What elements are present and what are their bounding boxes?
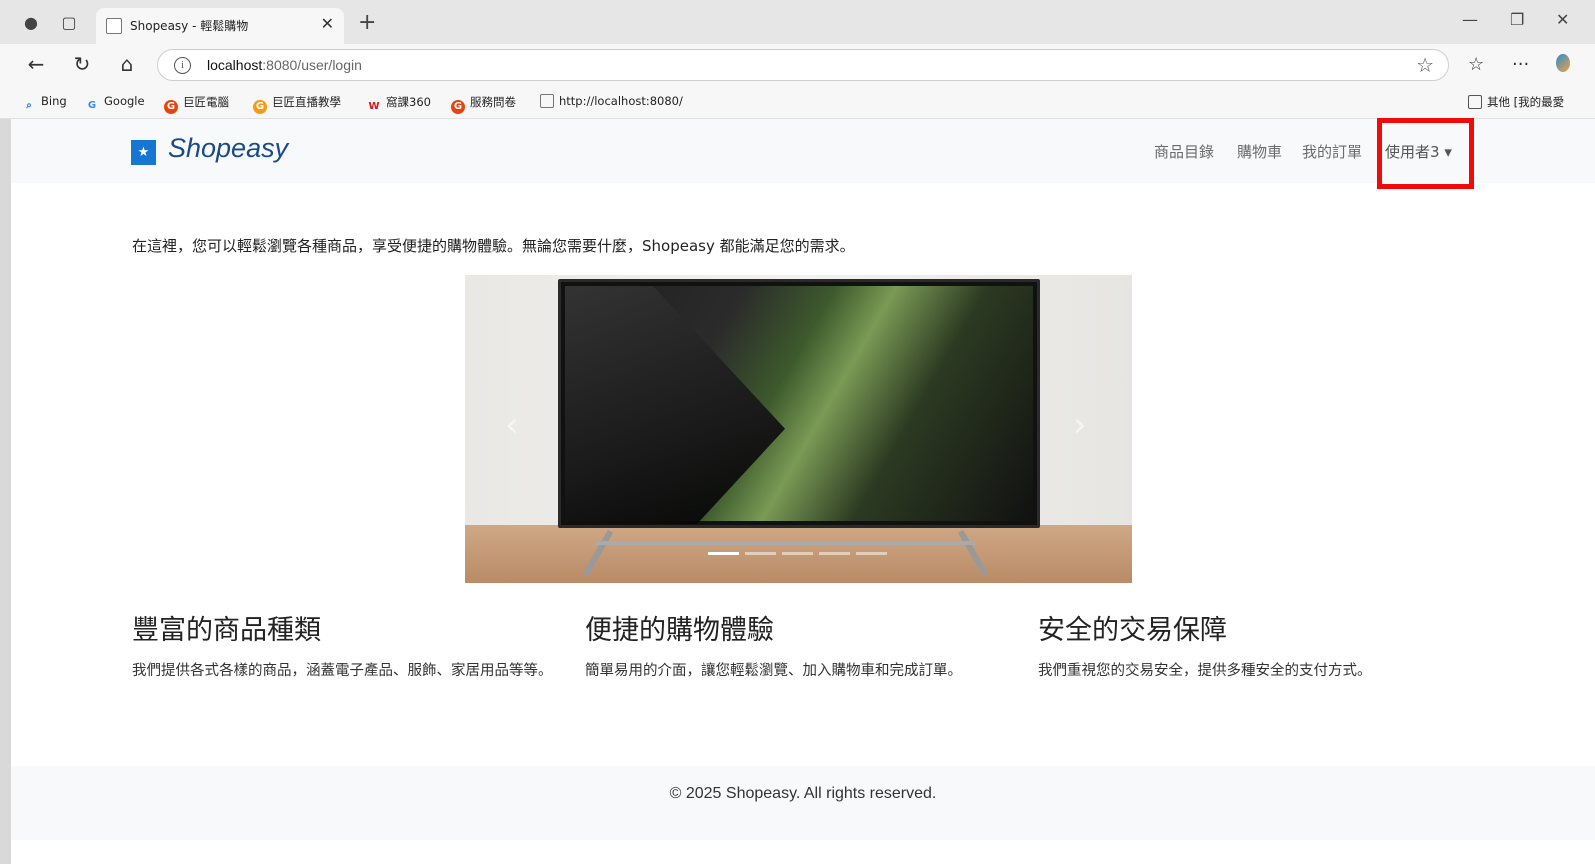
feature-security: 安全的交易保障 我們重視您的交易安全，提供多種安全的支付方式。 (1038, 608, 1478, 683)
tv-stand-bar (595, 541, 975, 545)
g-logo-icon: G (451, 100, 465, 114)
refresh-icon[interactable]: ↻ (70, 52, 94, 76)
folder-icon (1468, 95, 1482, 109)
carousel-indicator[interactable] (708, 552, 739, 555)
new-tab-icon[interactable]: + (358, 10, 376, 35)
info-icon[interactable]: i (174, 57, 191, 74)
bookmark-localhost[interactable]: http://localhost:8080/ (540, 94, 683, 108)
search-icon: ⌕ (26, 100, 32, 111)
favorites-icon[interactable]: ☆ (1468, 54, 1484, 75)
bookmarks-bar: ⌕ Bing G Google G 巨匠電腦 G 巨匠直播教學 W 窩課360 G 服務問卷… (0, 84, 1595, 119)
feature-text: 我們重視您的交易安全，提供多種安全的支付方式。 (1038, 663, 1372, 679)
tab-actions-icon[interactable]: ▢ (58, 12, 80, 34)
feature-title: 安全的交易保障 (1038, 615, 1227, 646)
more-options-icon[interactable]: ··· (1512, 54, 1529, 75)
g-logo-icon: G (164, 100, 178, 114)
back-icon[interactable]: ← (24, 52, 48, 76)
google-icon: G (87, 100, 97, 111)
favorite-star-icon[interactable]: ☆ (1416, 53, 1434, 77)
nav-catalog[interactable]: 商品目錄 (1154, 141, 1214, 162)
feature-variety: 豐富的商品種類 我們提供各式各樣的商品，涵蓋電子產品、服飾、家居用品等等。 (132, 608, 572, 683)
url-text[interactable]: localhost:8080/user/login (207, 57, 362, 73)
highlight-box (1377, 118, 1474, 189)
close-tab-icon[interactable]: ✕ (321, 14, 334, 33)
address-toolbar: ← ↻ ⌂ i localhost:8080/user/login ☆ ☆ ··… (0, 44, 1595, 84)
restore-icon[interactable]: ❐ (1510, 10, 1524, 29)
active-tab[interactable]: Shopeasy - 輕鬆購物 ✕ (96, 8, 344, 44)
brand-star-icon[interactable]: ★ (131, 140, 156, 165)
g-logo-icon: G (253, 100, 267, 114)
feature-convenience: 便捷的購物體驗 簡單易用的介面，讓您輕鬆瀏覽、加入購物車和完成訂單。 (585, 608, 1025, 683)
other-bookmarks[interactable]: 其他 [我的最愛 (1468, 94, 1564, 110)
carousel-indicators (708, 552, 887, 555)
feature-text: 簡單易用的介面，讓您輕鬆瀏覽、加入購物車和完成訂單。 (585, 663, 962, 679)
site-navbar: ★ Shopeasy 商品目錄 購物車 我的訂單 使用者3 ▾ (11, 118, 1595, 189)
bookmark-bing[interactable]: ⌕ Bing (22, 94, 67, 113)
bookmark-wooke360[interactable]: W 窩課360 (367, 94, 430, 114)
site-footer: © 2025 Shopeasy. All rights reserved. (11, 766, 1595, 840)
tv-image (558, 279, 1040, 528)
feature-title: 豐富的商品種類 (132, 615, 321, 646)
bookmark-survey[interactable]: G 服務問卷 (451, 94, 516, 114)
profile-icon[interactable]: ● (20, 12, 42, 34)
carousel-indicator[interactable] (819, 552, 850, 555)
bookmark-google[interactable]: G Google (85, 94, 145, 113)
page-icon (540, 94, 554, 108)
bookmark-gjun-computer[interactable]: G 巨匠電腦 (164, 94, 229, 114)
bookmark-gjun-live[interactable]: G 巨匠直播教學 (253, 94, 341, 114)
page-content: ★ Shopeasy 商品目錄 購物車 我的訂單 使用者3 ▾ 在這裡，您可以輕… (11, 118, 1595, 864)
carousel-indicator[interactable] (782, 552, 813, 555)
brand-logo[interactable]: Shopeasy (168, 133, 288, 164)
product-carousel[interactable]: ‹ › (465, 275, 1132, 583)
carousel-indicator[interactable] (745, 552, 776, 555)
carousel-prev-icon[interactable]: ‹ (505, 405, 519, 445)
copyright-text: © 2025 Shopeasy. All rights reserved. (669, 785, 937, 802)
carousel-indicator[interactable] (856, 552, 887, 555)
page-favicon-icon (106, 18, 122, 34)
w-logo-icon: W (368, 101, 380, 112)
carousel-next-icon[interactable]: › (1073, 405, 1087, 445)
copilot-icon[interactable] (1556, 54, 1570, 72)
minimize-icon[interactable]: — (1462, 10, 1478, 29)
browser-tab-bar: ● ▢ Shopeasy - 輕鬆購物 ✕ + — ❐ ✕ (0, 0, 1595, 44)
home-icon[interactable]: ⌂ (115, 52, 139, 76)
feature-title: 便捷的購物體驗 (585, 615, 774, 646)
address-bar[interactable]: i localhost:8080/user/login ☆ (157, 49, 1449, 81)
nav-cart[interactable]: 購物車 (1237, 141, 1282, 162)
tab-title: Shopeasy - 輕鬆購物 (130, 19, 249, 33)
intro-text: 在這裡，您可以輕鬆瀏覽各種商品，享受便捷的購物體驗。無論您需要什麼，Shopea… (132, 237, 855, 255)
feature-text: 我們提供各式各樣的商品，涵蓋電子產品、服飾、家居用品等等。 (132, 663, 553, 679)
close-window-icon[interactable]: ✕ (1556, 10, 1569, 29)
nav-my-orders[interactable]: 我的訂單 (1302, 141, 1362, 162)
